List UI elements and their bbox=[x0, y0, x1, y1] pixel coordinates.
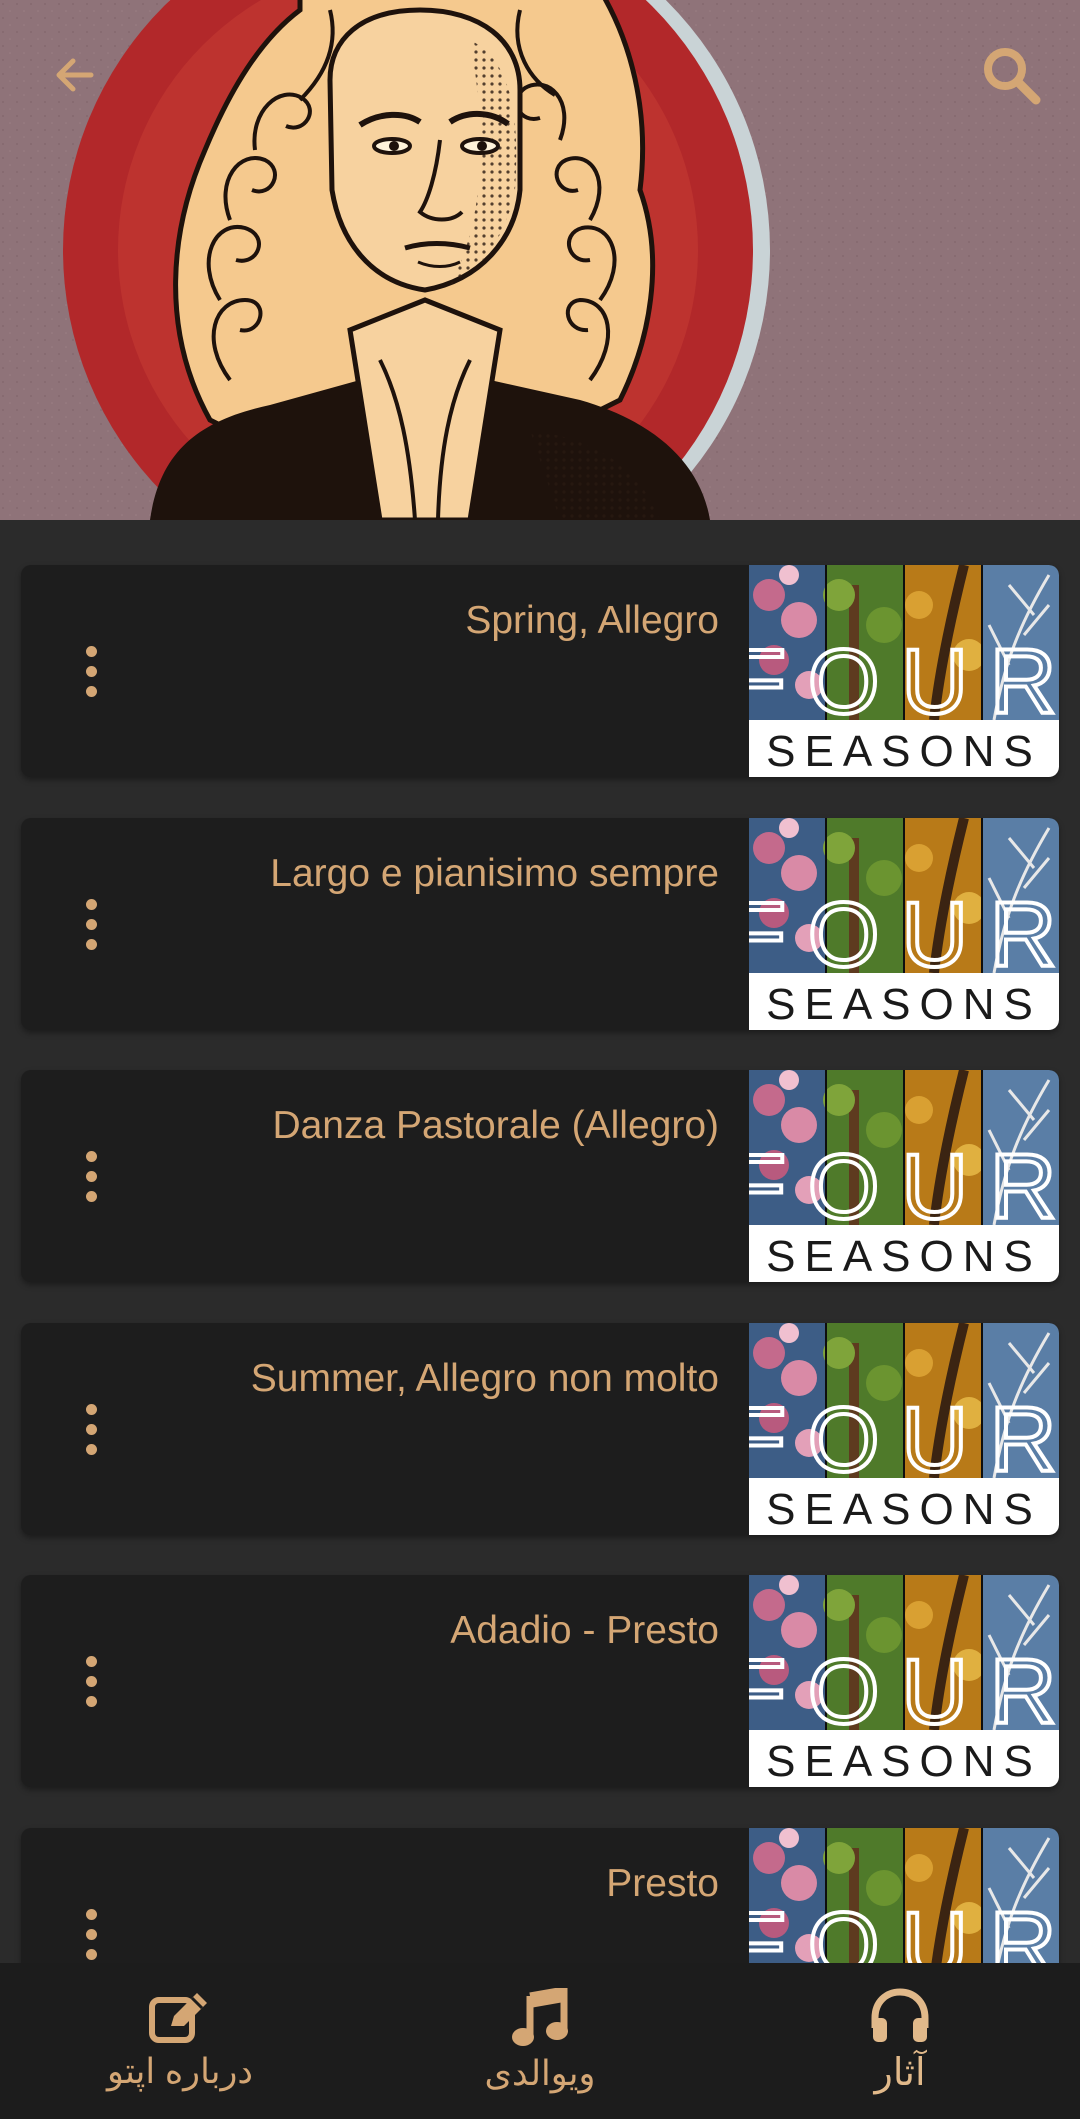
more-vert-icon bbox=[86, 1403, 97, 1455]
music-note-icon bbox=[512, 1988, 568, 2046]
cover-title-seasons: SEASONS bbox=[766, 1737, 1042, 1786]
cover-title-four: FOUR bbox=[749, 1894, 1059, 1963]
album-cover: FOUR SEASONS bbox=[749, 1070, 1059, 1282]
album-cover: FOUR SEASONS bbox=[749, 818, 1059, 1030]
back-button[interactable] bbox=[30, 30, 120, 120]
cover-title-four: FOUR bbox=[749, 884, 1059, 986]
more-options-button[interactable] bbox=[61, 1140, 151, 1212]
more-options-button[interactable] bbox=[61, 1393, 151, 1465]
more-options-button[interactable] bbox=[61, 1645, 151, 1717]
album-cover-image: FOUR SEASONS bbox=[749, 1323, 1059, 1535]
track-title: Largo e pianisimo sempre bbox=[270, 852, 719, 895]
track-item[interactable]: Presto FOUR bbox=[21, 1828, 1059, 1963]
arrow-left-icon bbox=[56, 58, 94, 92]
album-cover: FOUR SEASONS bbox=[749, 1575, 1059, 1787]
search-icon bbox=[984, 48, 1041, 105]
headphones-icon bbox=[871, 1987, 929, 2042]
cover-title-seasons: SEASONS bbox=[766, 1485, 1042, 1534]
vivaldi-portrait-image bbox=[0, 0, 1080, 520]
track-item[interactable]: Summer, Allegro non molto FOUR SEASONS bbox=[21, 1323, 1059, 1535]
track-title: Adadio - Presto bbox=[450, 1609, 719, 1652]
header-artwork bbox=[0, 0, 1080, 520]
track-item[interactable]: Danza Pastorale (Allegro) FOUR SEASONS bbox=[21, 1070, 1059, 1282]
cover-title-seasons: SEASONS bbox=[766, 1232, 1042, 1281]
album-cover-image: FOUR SEASONS bbox=[749, 1828, 1059, 1963]
more-vert-icon bbox=[86, 898, 97, 950]
album-cover-image: FOUR SEASONS bbox=[749, 1070, 1059, 1282]
more-options-button[interactable] bbox=[61, 635, 151, 707]
cover-title-four: FOUR bbox=[749, 1641, 1059, 1743]
search-button[interactable] bbox=[966, 30, 1056, 120]
album-cover-image: FOUR SEASONS bbox=[749, 818, 1059, 1030]
cover-title-seasons: SEASONS bbox=[766, 727, 1042, 776]
nav-label: آثار bbox=[874, 2051, 926, 2094]
cover-title-four: FOUR bbox=[749, 1389, 1059, 1491]
more-vert-icon bbox=[86, 1655, 97, 1707]
more-vert-icon bbox=[86, 645, 97, 697]
track-title: Spring, Allegro bbox=[465, 599, 719, 642]
track-list[interactable]: Spring, Allegro FOUR SEASONS Largo e pia… bbox=[0, 520, 1080, 1963]
cover-title-four: FOUR bbox=[749, 1136, 1059, 1238]
bottom-navigation: درباره اپتو ویوالدی آثار bbox=[0, 1963, 1080, 2119]
cover-title-four: FOUR bbox=[749, 631, 1059, 733]
cover-title-seasons: SEASONS bbox=[766, 980, 1042, 1029]
track-title: Presto bbox=[606, 1862, 719, 1905]
app-screen: Spring, Allegro FOUR SEASONS Largo e pia… bbox=[0, 0, 1080, 2119]
track-item[interactable]: Spring, Allegro FOUR SEASONS bbox=[21, 565, 1059, 777]
album-cover-image: FOUR SEASONS bbox=[749, 565, 1059, 777]
nav-label: درباره اپتو bbox=[107, 2052, 253, 2091]
album-cover: FOUR SEASONS bbox=[749, 1323, 1059, 1535]
more-vert-icon bbox=[86, 1908, 97, 1960]
track-title: Danza Pastorale (Allegro) bbox=[272, 1104, 719, 1147]
album-cover: FOUR SEASONS bbox=[749, 565, 1059, 777]
nav-label: ویوالدی bbox=[484, 2054, 596, 2093]
more-options-button[interactable] bbox=[61, 1898, 151, 1963]
track-item[interactable]: Adadio - Presto FOUR SEASONS bbox=[21, 1575, 1059, 1787]
nav-about-app[interactable]: درباره اپتو bbox=[0, 1963, 360, 2119]
more-options-button[interactable] bbox=[61, 888, 151, 960]
album-cover-image: FOUR SEASONS bbox=[749, 1575, 1059, 1787]
album-cover: FOUR SEASONS bbox=[749, 1828, 1059, 1963]
more-vert-icon bbox=[86, 1150, 97, 1202]
nav-works[interactable]: آثار bbox=[720, 1963, 1080, 2119]
track-item[interactable]: Largo e pianisimo sempre FOUR SEASONS bbox=[21, 818, 1059, 1030]
nav-vivaldi[interactable]: ویوالدی bbox=[360, 1963, 720, 2119]
track-title: Summer, Allegro non molto bbox=[250, 1357, 719, 1400]
edit-icon bbox=[149, 1993, 207, 2043]
